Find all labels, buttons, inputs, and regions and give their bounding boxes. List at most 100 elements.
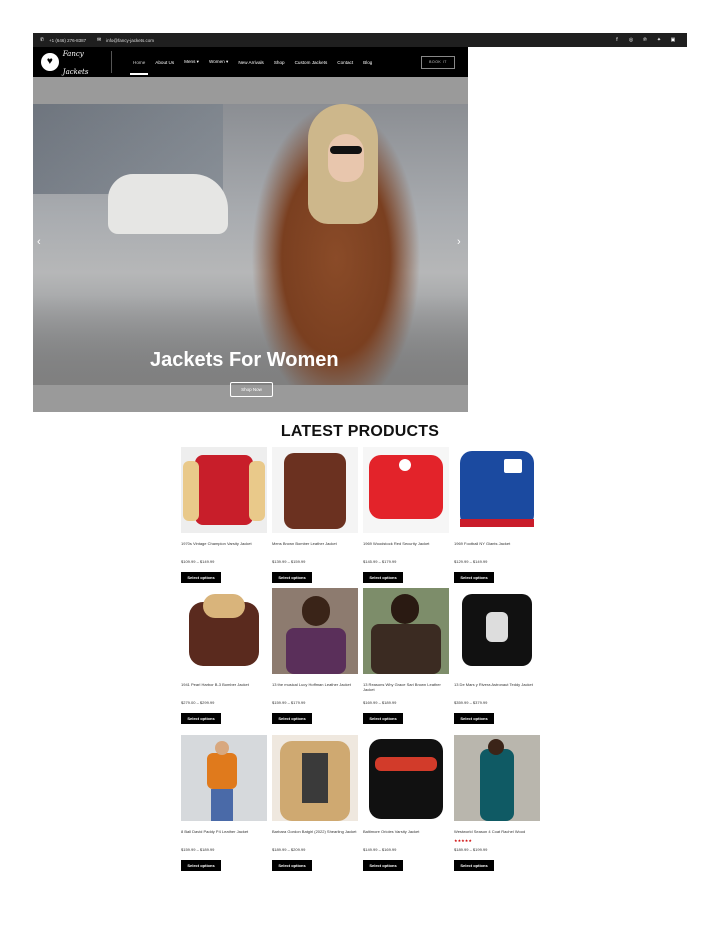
select-options-button[interactable]: Select options — [454, 572, 494, 583]
hero-top-band — [33, 77, 468, 104]
product-card[interactable]: 1969 Football NY Giants Jacket $129.99 – … — [454, 447, 540, 583]
nav-item-about[interactable]: About Us — [155, 60, 174, 65]
product-name[interactable]: 13 De Mars y Rivera Astronaut Teddy Jack… — [454, 682, 540, 692]
select-options-button[interactable]: Select options — [272, 860, 312, 871]
product-name[interactable]: 1941 Pearl Harbor B-3 Bomber Jacket — [181, 682, 267, 692]
hero-slider: ‹ › — [33, 104, 468, 385]
product-card[interactable]: Westworld Season 4 Coat Rachel Wood ★★★★★… — [454, 735, 540, 871]
select-options-button[interactable]: Select options — [181, 713, 221, 724]
nav-item-mens[interactable]: Mens ▾ — [184, 59, 199, 65]
linkedin-icon[interactable]: ▣ — [669, 36, 677, 44]
product-rating-stars — [363, 692, 449, 696]
nav-item-custom-jackets[interactable]: Custom Jackets — [295, 60, 328, 65]
section-title: LATEST PRODUCTS — [280, 423, 440, 440]
facebook-icon[interactable]: f — [613, 36, 621, 44]
main-nav: ♥ Fancy Jackets FOR THE LOVE OF FASHION … — [33, 47, 468, 82]
product-name[interactable]: Mens Brown Bomber Leather Jacket — [272, 541, 358, 551]
nav-item-home[interactable]: Home — [129, 60, 149, 75]
product-name[interactable]: 1969 Football NY Giants Jacket — [454, 541, 540, 551]
product-image[interactable] — [181, 588, 267, 674]
select-options-button[interactable]: Select options — [363, 713, 403, 724]
product-image[interactable] — [181, 447, 267, 533]
product-price: $169.99 – $189.99 — [363, 700, 397, 705]
product-price: $279.00 – $299.99 — [181, 700, 215, 705]
product-rating-stars — [272, 692, 358, 696]
slider-prev-icon[interactable]: ‹ — [37, 236, 41, 248]
select-options-button[interactable]: Select options — [181, 572, 221, 583]
product-card[interactable]: 1941 Pearl Harbor B-3 Bomber Jacket $279.… — [181, 588, 267, 724]
email-address[interactable]: info@fancy-jackets.com — [106, 38, 154, 43]
hero-background-car — [108, 174, 228, 234]
select-options-button[interactable]: Select options — [272, 572, 312, 583]
product-card[interactable]: Mens Brown Bomber Leather Jacket $139.99 … — [272, 447, 358, 583]
instagram-icon[interactable]: ◎ — [627, 36, 635, 44]
nav-menu: Home About Us Mens ▾ Women ▾ New Arrival… — [129, 47, 382, 77]
nav-item-women[interactable]: Women ▾ — [209, 59, 228, 65]
social-links: f ◎ ℗ ✦ ▣ — [607, 36, 677, 44]
logo-mark-icon: ♥ — [41, 53, 59, 71]
product-name[interactable]: 1969 Woodstock Red Security Jacket — [363, 541, 449, 551]
product-image[interactable] — [272, 735, 358, 821]
product-image[interactable] — [363, 588, 449, 674]
hero-model-sunglasses — [330, 146, 362, 154]
nav-item-shop[interactable]: Shop — [274, 60, 285, 65]
slider-next-icon[interactable]: › — [457, 236, 461, 248]
product-card[interactable]: 1969 Woodstock Red Security Jacket $145.9… — [363, 447, 449, 583]
product-price: $139.99 – $159.99 — [272, 559, 306, 564]
product-price: $145.99 – $179.99 — [363, 559, 397, 564]
nav-item-contact[interactable]: Contact — [337, 60, 353, 65]
product-rating-stars — [181, 551, 267, 555]
product-image[interactable] — [454, 447, 540, 533]
product-name[interactable]: 1970s Vintage Champion Varsity Jacket — [181, 541, 267, 551]
product-image[interactable] — [272, 588, 358, 674]
product-price: $109.99 – $149.99 — [181, 559, 215, 564]
twitter-icon[interactable]: ✦ — [655, 36, 663, 44]
product-name[interactable]: 13 the musical Lucy Hoffman Leather Jack… — [272, 682, 358, 692]
product-name[interactable]: Baltimore Orioles Varsity Jacket — [363, 829, 449, 839]
product-price: $359.99 – $379.99 — [454, 700, 488, 705]
product-image[interactable] — [454, 588, 540, 674]
product-card[interactable]: Baltimore Orioles Varsity Jacket $149.99 … — [363, 735, 449, 871]
select-options-button[interactable]: Select options — [181, 860, 221, 871]
product-price: $149.99 – $169.99 — [363, 847, 397, 852]
product-name[interactable]: Barbara Gordon Batgirl (2022) Shearling … — [272, 829, 358, 839]
nav-item-new-arrivals[interactable]: New Arrivals — [238, 60, 264, 65]
product-rating-stars — [363, 551, 449, 555]
product-card[interactable]: 8 Ball David Paddy P4 Leather Jacket $159… — [181, 735, 267, 871]
product-image[interactable] — [363, 447, 449, 533]
product-name[interactable]: 8 Ball David Paddy P4 Leather Jacket — [181, 829, 267, 839]
product-image[interactable] — [363, 735, 449, 821]
product-image[interactable] — [272, 447, 358, 533]
product-price: $159.99 – $179.99 — [272, 700, 306, 705]
shop-now-button[interactable]: Shop Now — [230, 382, 273, 397]
product-price: $189.99 – $199.99 — [454, 847, 488, 852]
select-options-button[interactable]: Select options — [363, 860, 403, 871]
product-card[interactable]: 1970s Vintage Champion Varsity Jacket $10… — [181, 447, 267, 583]
logo-text: Fancy Jackets — [62, 49, 89, 76]
logo-text-block: Fancy Jackets FOR THE LOVE OF FASHION — [63, 43, 111, 82]
select-options-button[interactable]: Select options — [454, 860, 494, 871]
product-rating-stars — [181, 692, 267, 696]
top-bar: ✆ +1 (646) 276-8387 ✉ info@fancy-jackets… — [33, 33, 687, 47]
product-name[interactable]: 13 Reasons Why Grace Sari Brown Leather … — [363, 682, 449, 692]
product-card[interactable]: 13 Reasons Why Grace Sari Brown Leather … — [363, 588, 449, 724]
book-button[interactable]: BOOK IT — [421, 56, 455, 69]
product-price: $189.99 – $209.99 — [272, 847, 306, 852]
product-image[interactable] — [454, 735, 540, 821]
product-rating-stars — [363, 839, 449, 843]
pinterest-icon[interactable]: ℗ — [641, 36, 649, 44]
product-card[interactable]: 13 De Mars y Rivera Astronaut Teddy Jack… — [454, 588, 540, 724]
select-options-button[interactable]: Select options — [272, 713, 312, 724]
select-options-button[interactable]: Select options — [454, 713, 494, 724]
product-price: $129.99 – $149.99 — [454, 559, 488, 564]
product-card[interactable]: Barbara Gordon Batgirl (2022) Shearling … — [272, 735, 358, 871]
select-options-button[interactable]: Select options — [363, 572, 403, 583]
product-rating-stars — [181, 839, 267, 843]
product-card[interactable]: 13 the musical Lucy Hoffman Leather Jack… — [272, 588, 358, 724]
product-rating-stars — [454, 692, 540, 696]
product-image[interactable] — [181, 735, 267, 821]
product-rating-stars — [272, 551, 358, 555]
nav-item-blog[interactable]: Blog — [363, 60, 372, 65]
product-rating-stars — [454, 551, 540, 555]
site-logo[interactable]: ♥ Fancy Jackets FOR THE LOVE OF FASHION — [41, 50, 112, 82]
